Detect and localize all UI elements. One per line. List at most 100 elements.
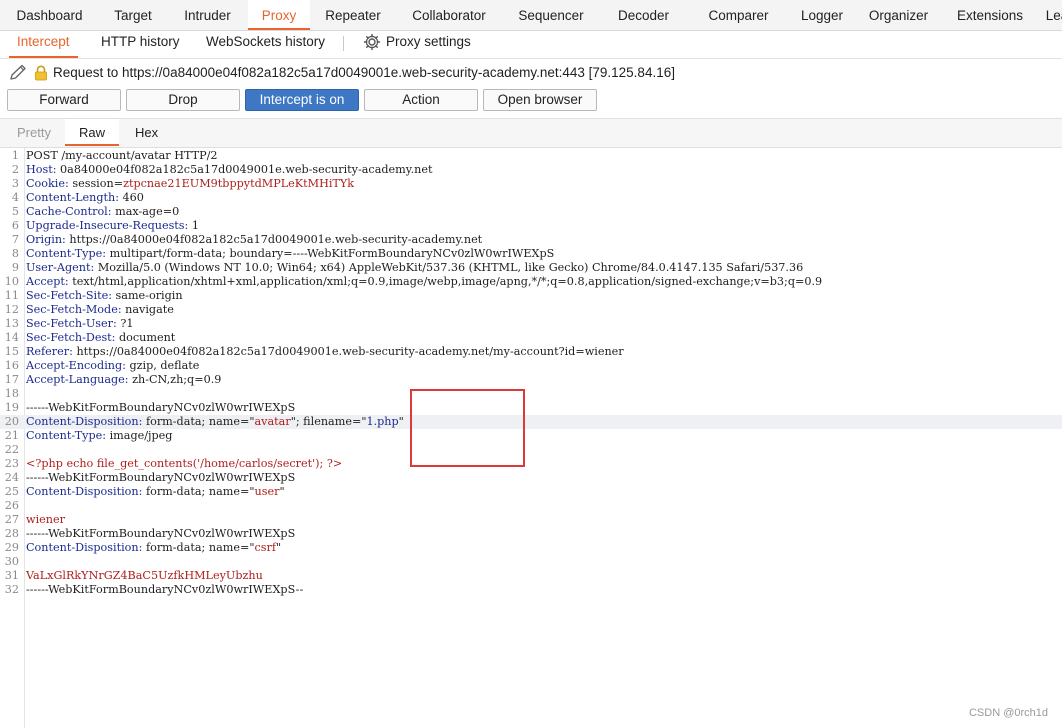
line-number: 2 [11,163,19,176]
tab-sequencer[interactable]: Sequencer [502,0,600,30]
request-line: 7 Origin: https://0a84000e04f082a182c5a17… [0,233,1062,247]
line-number: 21 [4,429,19,442]
request-line: 8 Content-Type: multipart/form-data; boun… [0,247,1062,261]
forward-button[interactable]: Forward [7,89,121,111]
message-view-tabs: Pretty Raw Hex [0,118,1062,148]
line-number: 17 [4,373,19,386]
raw-request-editor[interactable]: 1 POST /my-account/avatar HTTP/2 2 Host: 0a… [0,148,1062,728]
action-button[interactable]: Action [364,89,478,111]
request-line: 23 <?php echo file_get_contents('/home/ca… [0,457,1062,471]
tab-http-history[interactable]: HTTP history [101,31,180,56]
request-line: 1 POST /my-account/avatar HTTP/2 [0,149,1062,163]
request-line: 9 User-Agent: Mozilla/5.0 (Windows NT 10.… [0,261,1062,275]
request-line: 16 Accept-Encoding: gzip, deflate [0,359,1062,373]
line-number: 32 [4,583,19,596]
header-value: document [115,331,176,344]
body-value: <?php echo file_get_contents('/home/carl… [26,457,343,470]
header-value: max-age=0 [111,205,180,218]
watermark: CSDN @0rch1d [968,707,1048,719]
request-line: 17 Accept-Language: zh-CN,zh;q=0.9 [0,373,1062,387]
tab-organizer[interactable]: Organizer [854,0,943,30]
line-content: Content-Length: 460 [26,191,144,205]
tab-websockets-history[interactable]: WebSockets history [206,31,325,56]
header-value: ?1 [116,317,134,330]
header-name: User-Agent: [26,261,95,274]
header-name: Content-Type: [26,247,107,260]
request-line: 29 Content-Disposition: form-data; name="… [0,541,1062,555]
line-content: Sec-Fetch-Dest: document [26,331,175,345]
request-line: 10 Accept: text/html,application/xhtml+xm… [0,275,1062,289]
pencil-icon[interactable] [8,64,28,82]
drop-button[interactable]: Drop [126,89,240,111]
tab-target[interactable]: Target [99,0,167,30]
request-line: 25 Content-Disposition: form-data; name="… [0,485,1062,499]
open-browser-button[interactable]: Open browser [483,89,597,111]
header-value: " [398,415,404,428]
line-number: 10 [4,275,19,288]
line-number: 22 [4,443,19,456]
request-line: 2 Host: 0a84000e04f082a182c5a17d0049001e.… [0,163,1062,177]
tab-logger[interactable]: Logger [790,0,854,30]
request-line: 11 Sec-Fetch-Site: same-origin [0,289,1062,303]
tab-decoder[interactable]: Decoder [600,0,687,30]
line-content: ------WebKitFormBoundaryNCv0zlW0wrIWEXpS… [26,583,303,597]
tab-raw[interactable]: Raw [65,119,119,146]
tab-comparer[interactable]: Comparer [687,0,790,30]
line-content: wiener [26,513,65,527]
tab-proxy[interactable]: Proxy [248,0,310,30]
line-content: Accept: text/html,application/xhtml+xml,… [26,275,822,289]
request-line: 19 ------WebKitFormBoundaryNCv0zlW0wrIWEX… [0,401,1062,415]
request-line: 6 Upgrade-Insecure-Requests: 1 [0,219,1062,233]
request-line: 18 [0,387,1062,401]
tab-intruder[interactable]: Intruder [167,0,248,30]
tab-repeater[interactable]: Repeater [310,0,396,30]
line-content: Sec-Fetch-Mode: navigate [26,303,174,317]
line-number: 14 [4,331,19,344]
annotation-highlight-box [410,389,525,467]
intercept-toggle-button[interactable]: Intercept is on [245,89,359,111]
line-number: 6 [11,219,19,232]
line-content: ------WebKitFormBoundaryNCv0zlW0wrIWEXpS [26,527,295,541]
line-content: Accept-Encoding: gzip, deflate [26,359,199,373]
request-line: 12 Sec-Fetch-Mode: navigate [0,303,1062,317]
request-line: 14 Sec-Fetch-Dest: document [0,331,1062,345]
request-line: 31 VaLxGlRkYNrGZ4BaC5UzfkHMLeyUbzhu [0,569,1062,583]
line-content: Content-Type: image/jpeg [26,429,172,443]
param-value: csrf [254,541,277,554]
gear-icon [363,33,381,51]
tab-dashboard[interactable]: Dashboard [0,0,99,30]
header-value: ------WebKitFormBoundaryNCv0zlW0wrIWEXpS [26,527,296,540]
tab-collaborator[interactable]: Collaborator [396,0,502,30]
header-value: "; filename=" [290,415,367,428]
line-number: 28 [4,527,19,540]
line-number: 1 [11,149,19,162]
line-content: Accept-Language: zh-CN,zh;q=0.9 [26,373,221,387]
line-content: Content-Type: multipart/form-data; bound… [26,247,554,261]
line-number: 7 [11,233,19,246]
line-number: 15 [4,345,19,358]
lock-icon [35,65,47,81]
header-value: https://0a84000e04f082a182c5a17d0049001e… [65,233,483,246]
header-value: same-origin [111,289,183,302]
line-number: 8 [11,247,19,260]
header-value: " [276,541,282,554]
line-number: 29 [4,541,19,554]
tab-extensions[interactable]: Extensions [943,0,1037,30]
header-name: Origin: [26,233,66,246]
tab-pretty[interactable]: Pretty [17,119,51,146]
line-content: <?php echo file_get_contents('/home/carl… [26,457,342,471]
line-number: 4 [11,191,19,204]
request-line: 30 [0,555,1062,569]
header-value: " [279,485,285,498]
header-name: Accept: [26,275,69,288]
tab-hex[interactable]: Hex [135,119,158,146]
tab-intercept[interactable]: Intercept [9,31,78,58]
line-content: Sec-Fetch-Site: same-origin [26,289,183,303]
header-name: Content-Length: [26,191,119,204]
header-value: image/jpeg [106,429,173,442]
line-number: 19 [4,401,19,414]
header-value: ------WebKitFormBoundaryNCv0zlW0wrIWEXpS… [26,583,304,596]
tab-lea[interactable]: Lea [1037,0,1062,30]
header-name: Content-Type: [26,429,107,442]
line-number: 24 [4,471,19,484]
